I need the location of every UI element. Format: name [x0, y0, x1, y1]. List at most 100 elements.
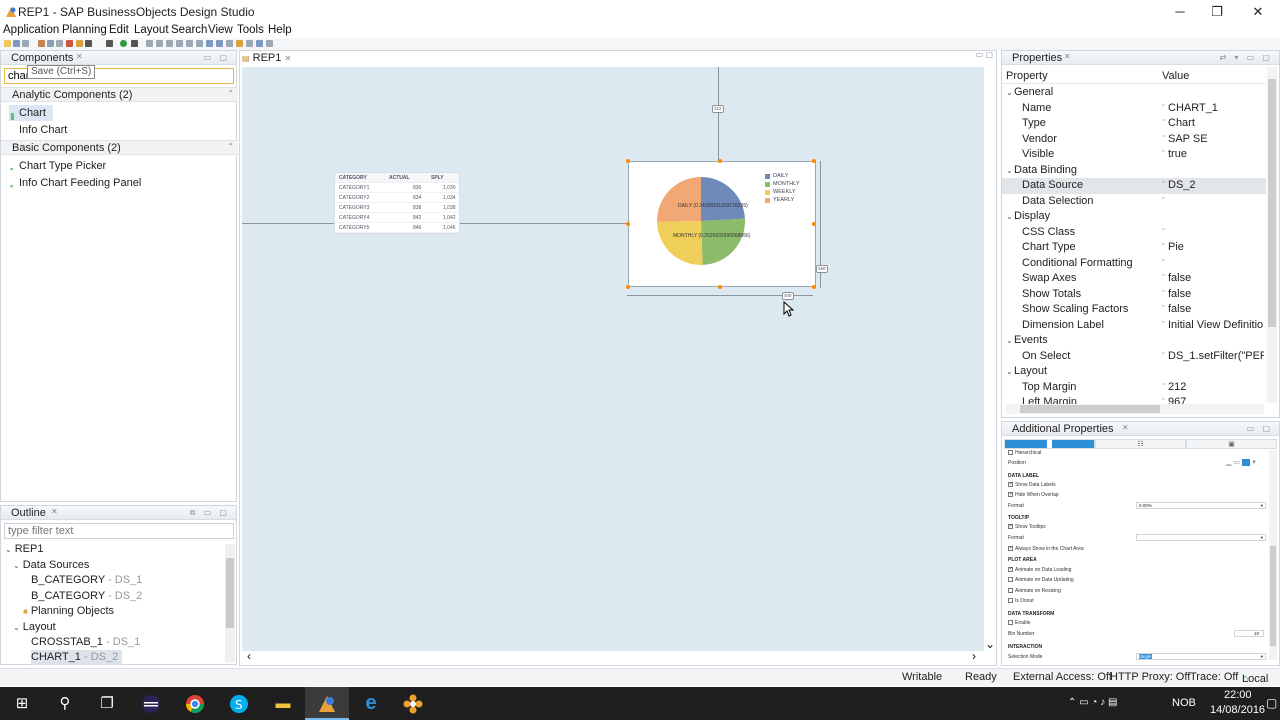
menu-application[interactable]: Application: [3, 24, 59, 36]
expand-icon[interactable]: ⌄: [1006, 333, 1013, 348]
property-row[interactable]: Show Totals ▫ false: [1002, 287, 1266, 303]
property-row[interactable]: On Select ▫DS_1.setFilter("PERIO: [1002, 349, 1266, 365]
execute-dropdown-icon[interactable]: [131, 40, 138, 47]
expand-icon[interactable]: ⌄: [1006, 163, 1013, 178]
close-icon[interactable]: ✕: [51, 507, 58, 516]
enable-checkbox[interactable]: Enable: [1008, 620, 1031, 626]
group-basic-components[interactable]: Basic Components (2) ⌃: [1, 140, 238, 155]
dropdown-icon[interactable]: [85, 40, 92, 47]
tree-ds2[interactable]: B_CATEGORY - DS_2: [31, 589, 142, 604]
close-icon[interactable]: ✕: [284, 54, 291, 63]
show-data-labels-checkbox[interactable]: Show Data Labels: [1008, 481, 1056, 488]
outline-scrollbar[interactable]: [225, 544, 235, 662]
scroll-thumb[interactable]: [1020, 405, 1160, 413]
pie-slice-monthly[interactable]: [701, 218, 745, 265]
collapse-icon[interactable]: ⌃: [227, 89, 234, 98]
status-trace[interactable]: Trace: Off: [1190, 671, 1238, 683]
property-value[interactable]: 212: [1168, 380, 1264, 395]
properties-vertical-scrollbar[interactable]: [1267, 67, 1277, 403]
property-row[interactable]: Dimension Label ▫ Initial View Definitio: [1002, 318, 1266, 334]
expand-icon[interactable]: ⌄: [13, 561, 20, 570]
animate-resizing-checkbox[interactable]: Animate on Resizing: [1008, 588, 1061, 594]
close-button[interactable]: ✕: [1235, 0, 1280, 24]
scroll-right-icon[interactable]: ›: [972, 649, 976, 663]
checkbox-icon[interactable]: [1008, 577, 1013, 583]
status-http-proxy[interactable]: HTTP Proxy: Off: [1110, 671, 1190, 683]
animate-updating-checkbox[interactable]: Animate on Data Updating: [1008, 577, 1074, 583]
lock-icon[interactable]: [236, 40, 243, 47]
collapse-icon[interactable]: ⌃: [227, 142, 234, 151]
property-row[interactable]: Chart Type ▫ Pie: [1002, 240, 1266, 256]
start-button[interactable]: ⊞: [0, 687, 44, 720]
align-left-icon[interactable]: [146, 40, 153, 47]
undo-icon[interactable]: [76, 40, 83, 47]
tray-icons[interactable]: ⌃ ▭ ◔ ♪ ▤: [1068, 697, 1117, 708]
menu-layout[interactable]: Layout: [134, 24, 169, 36]
tree-layout[interactable]: ⌄ Layout: [13, 620, 56, 635]
resize-handle[interactable]: [718, 285, 722, 289]
zoom-icon[interactable]: [246, 40, 253, 47]
resize-handle[interactable]: [812, 222, 816, 226]
property-row[interactable]: Data Source ▫ DS_2: [1002, 178, 1266, 194]
checkbox-icon[interactable]: [1008, 491, 1013, 498]
taskbar-app-explorer[interactable]: ▬: [261, 687, 305, 720]
property-row[interactable]: Top Margin ▫ 212: [1002, 380, 1266, 396]
menu-planning[interactable]: Planning: [62, 24, 107, 36]
property-section[interactable]: ⌄ Display: [1002, 209, 1266, 225]
scroll-left-icon[interactable]: ‹: [247, 649, 251, 663]
task-view-button[interactable]: ❐: [85, 687, 129, 720]
property-section[interactable]: ⌄ Layout: [1002, 364, 1266, 380]
bin-number-input[interactable]: 10: [1234, 630, 1264, 637]
property-row[interactable]: Type ▫ Chart: [1002, 116, 1266, 132]
component-info-chart-feeding-panel[interactable]: ▪ Info Chart Feeding Panel: [9, 175, 141, 191]
search-button[interactable]: ⚲: [43, 687, 87, 720]
canvas-horizontal-scrollbar[interactable]: ‹ ›: [242, 649, 984, 665]
outline-filter-input[interactable]: [5, 524, 233, 538]
property-row[interactable]: Visible ▫ true: [1002, 147, 1266, 163]
format-select[interactable]: 0.00% ▾: [1136, 502, 1266, 509]
delete-icon[interactable]: [66, 40, 73, 47]
checkbox-icon[interactable]: [1008, 481, 1013, 488]
paste-icon[interactable]: [56, 40, 63, 47]
animate-loading-checkbox[interactable]: Animate on Data Loading: [1008, 566, 1071, 573]
close-icon[interactable]: ✕: [76, 52, 83, 61]
property-section[interactable]: ⌄ Events: [1002, 333, 1266, 349]
property-value[interactable]: DS_2: [1168, 178, 1264, 193]
menu-tools[interactable]: Tools: [237, 24, 264, 36]
grid-icon[interactable]: [256, 40, 263, 47]
checkbox-icon[interactable]: [1008, 566, 1013, 573]
pie-slice-daily[interactable]: [701, 177, 745, 221]
notifications-icon[interactable]: ▢: [1266, 696, 1277, 710]
property-value[interactable]: false: [1168, 271, 1264, 286]
resize-handle[interactable]: [626, 285, 630, 289]
scroll-thumb[interactable]: [226, 558, 234, 628]
selection-mode-select[interactable]: Single ▾: [1136, 653, 1266, 660]
outline-filter-field[interactable]: [4, 523, 234, 539]
property-value[interactable]: SAP SE: [1168, 132, 1264, 147]
component-info-chart[interactable]: Info Chart: [9, 122, 67, 138]
tab-rep1[interactable]: ▤ REP1 ✕: [242, 52, 291, 66]
tab-format[interactable]: ▣: [1186, 439, 1277, 449]
minimize-maximize-icon[interactable]: ▭ ▢: [1247, 424, 1273, 433]
chart-component[interactable]: DAILY (0.24166911933178226) MONTHLY (0.2…: [628, 161, 816, 287]
canvas-vertical-scrollbar[interactable]: ⌄: [984, 67, 996, 651]
property-row[interactable]: Swap Axes ▫ false: [1002, 271, 1266, 287]
property-section[interactable]: ⌄ General: [1002, 85, 1266, 101]
align-right-icon[interactable]: [166, 40, 173, 47]
tree-root[interactable]: ⌄ REP1: [5, 542, 43, 557]
property-row[interactable]: Show Scaling Factors ▫ false: [1002, 302, 1266, 318]
property-value[interactable]: false: [1168, 302, 1264, 317]
always-show-checkbox[interactable]: Always Show in the Chart Area: [1008, 545, 1084, 552]
expand-icon[interactable]: ⌄: [13, 623, 20, 632]
pie-slice-weekly[interactable]: [657, 221, 703, 265]
menu-view[interactable]: View: [208, 24, 233, 36]
taskbar-app-flower[interactable]: [391, 687, 435, 720]
checkbox-icon[interactable]: [1008, 450, 1013, 456]
align-middle-icon[interactable]: [186, 40, 193, 47]
expand-icon[interactable]: ⌄: [5, 545, 12, 554]
tab-chart-settings[interactable]: ▐▌: [1004, 439, 1095, 449]
checkbox-icon[interactable]: [1008, 620, 1013, 626]
save-icon[interactable]: [13, 40, 20, 47]
property-value[interactable]: true: [1168, 147, 1264, 162]
property-value[interactable]: CHART_1: [1168, 101, 1264, 116]
